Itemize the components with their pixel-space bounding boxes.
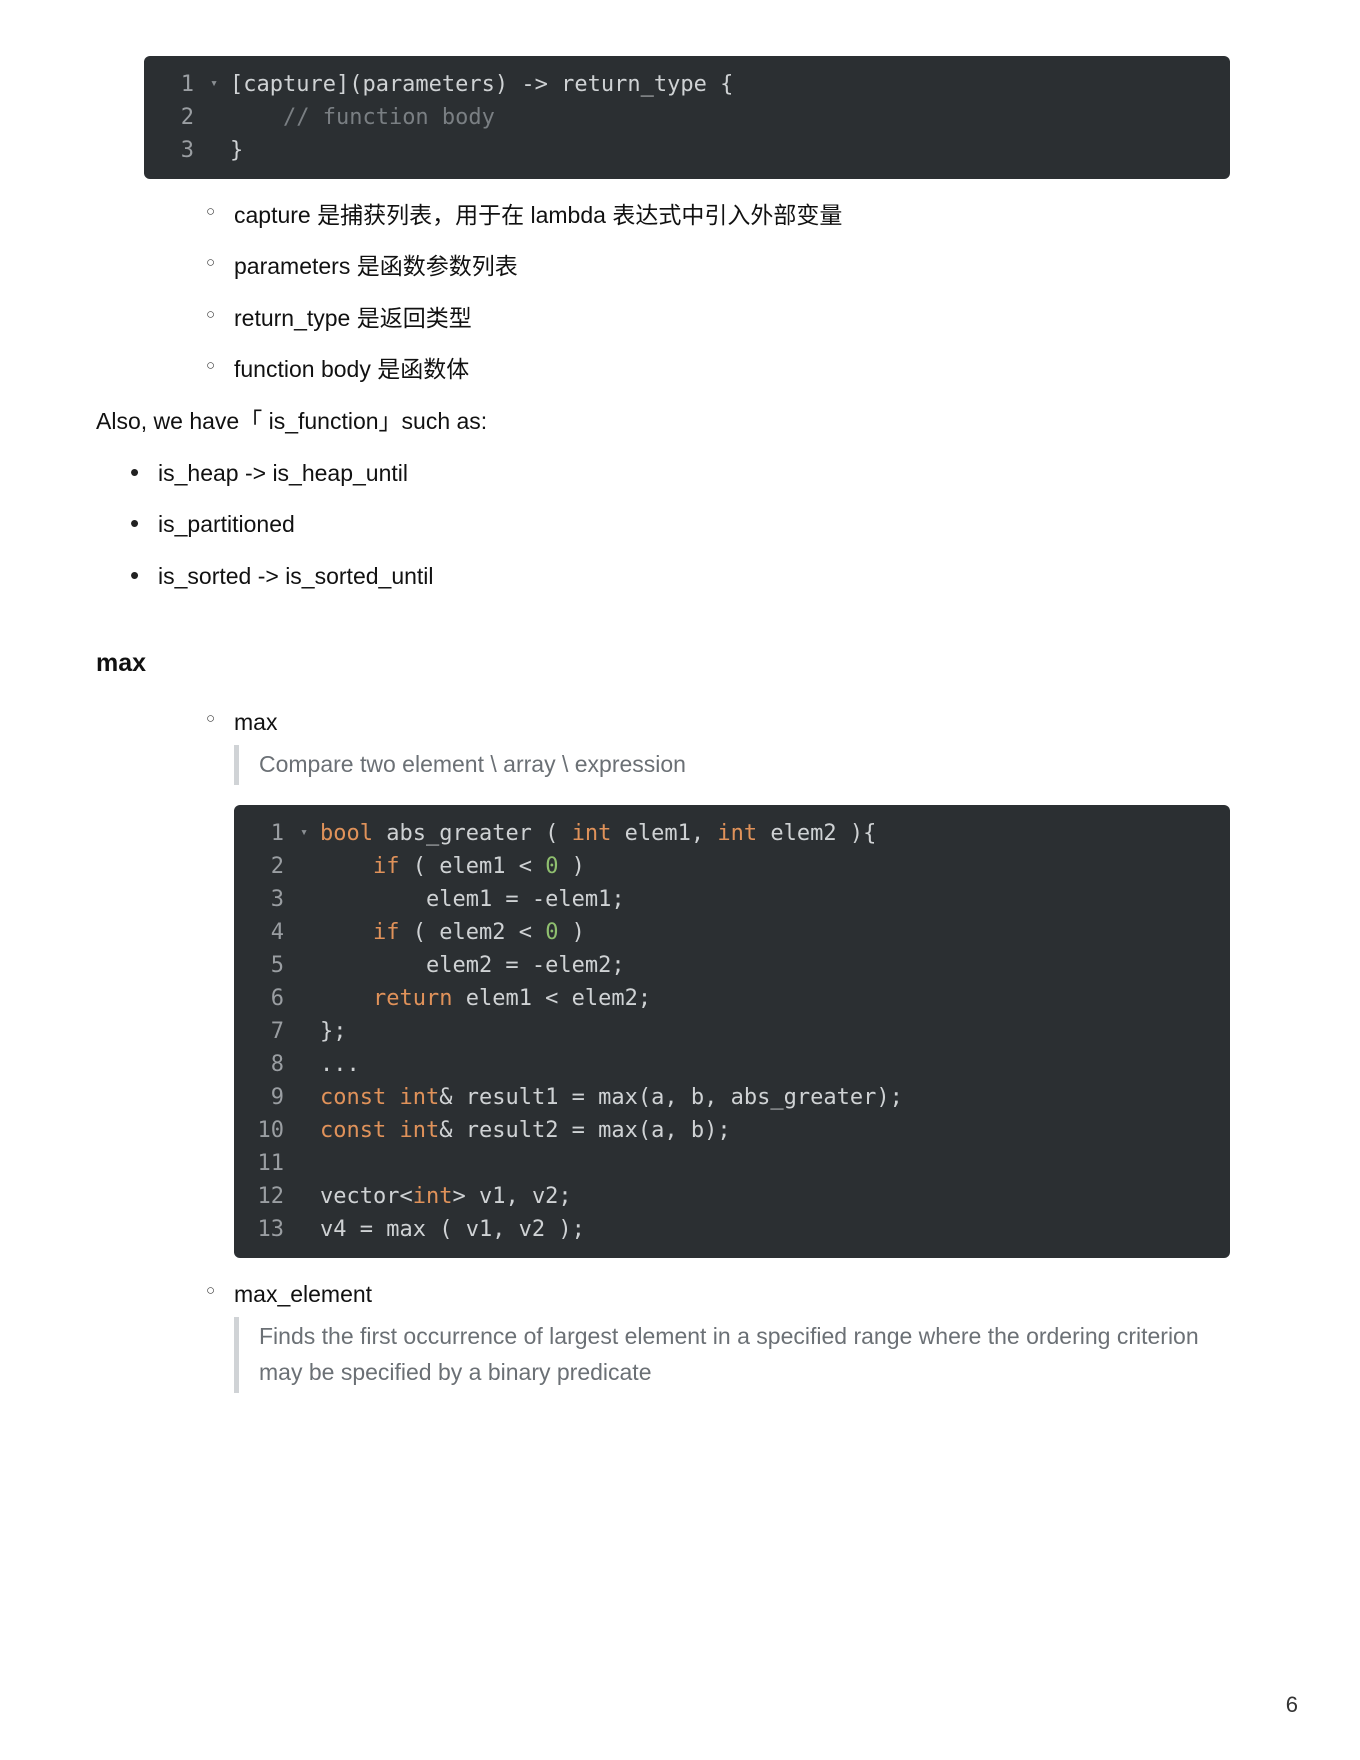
- code-line: 10 const int& result2 = max(a, b);: [234, 1114, 1230, 1147]
- code-content: elem2 = -elem2;: [314, 949, 1230, 982]
- code-line: 1▾bool abs_greater ( int elem1, int elem…: [234, 817, 1230, 850]
- fold-marker-icon: [294, 1180, 314, 1186]
- line-number: 3: [144, 134, 204, 167]
- max-description-quote: Compare two element \ array \ expression: [234, 745, 1230, 785]
- fold-marker-icon: [294, 1081, 314, 1087]
- list-item-max-element: max_element Finds the first occurrence o…: [234, 1278, 1230, 1393]
- document-page: 1▾[capture](parameters) -> return_type {…: [0, 0, 1360, 1760]
- code-content: bool abs_greater ( int elem1, int elem2 …: [314, 817, 1230, 850]
- code-content: v4 = max ( v1, v2 );: [314, 1213, 1230, 1246]
- code-content: }: [224, 134, 1230, 167]
- line-number: 8: [234, 1048, 294, 1081]
- fold-marker-icon: [294, 1048, 314, 1054]
- page-number: 6: [1286, 1692, 1298, 1718]
- code-content: elem1 = -elem1;: [314, 883, 1230, 916]
- code-line: 1▾[capture](parameters) -> return_type {: [144, 68, 1230, 101]
- code-content: };: [314, 1015, 1230, 1048]
- quote-text: Finds the first occurrence of largest el…: [259, 1323, 1199, 1385]
- list-item: return_type 是返回类型: [234, 302, 1230, 335]
- fold-marker-icon: [294, 883, 314, 889]
- list-item: is_partitioned: [158, 508, 1230, 541]
- fold-marker-icon: [294, 1147, 314, 1153]
- line-number: 1: [144, 68, 204, 101]
- code-line: 8...: [234, 1048, 1230, 1081]
- fold-marker-icon: [204, 134, 224, 140]
- max-items-list: max Compare two element \ array \ expres…: [234, 706, 1230, 1393]
- line-number: 7: [234, 1015, 294, 1048]
- fold-marker-icon: [294, 1114, 314, 1120]
- line-number: 6: [234, 982, 294, 1015]
- item-label: max_element: [234, 1281, 372, 1307]
- line-number: 12: [234, 1180, 294, 1213]
- code-content: // function body: [224, 101, 1230, 134]
- list-item: capture 是捕获列表，用于在 lambda 表达式中引入外部变量: [234, 199, 1230, 232]
- line-number: 5: [234, 949, 294, 982]
- line-number: 9: [234, 1081, 294, 1114]
- list-item: is_sorted -> is_sorted_until: [158, 560, 1230, 593]
- line-number: 10: [234, 1114, 294, 1147]
- code-line: 9 const int& result1 = max(a, b, abs_grea…: [234, 1081, 1230, 1114]
- is-function-list: is_heap -> is_heap_until is_partitioned …: [158, 457, 1230, 593]
- code-content: const int& result2 = max(a, b);: [314, 1114, 1230, 1147]
- code-line: 4 if ( elem2 < 0 ): [234, 916, 1230, 949]
- list-item-max: max Compare two element \ array \ expres…: [234, 706, 1230, 1258]
- fold-marker-icon: ▾: [204, 68, 224, 94]
- fold-marker-icon: [204, 101, 224, 107]
- line-number: 13: [234, 1213, 294, 1246]
- fold-marker-icon: [294, 982, 314, 988]
- max-element-description-quote: Finds the first occurrence of largest el…: [234, 1317, 1230, 1392]
- code-line: 12 vector<int> v1, v2;: [234, 1180, 1230, 1213]
- fold-marker-icon: ▾: [294, 817, 314, 843]
- code-line: 13 v4 = max ( v1, v2 );: [234, 1213, 1230, 1246]
- code-content: vector<int> v1, v2;: [314, 1180, 1230, 1213]
- code-line: 3}: [144, 134, 1230, 167]
- code-line: 2 if ( elem1 < 0 ): [234, 850, 1230, 883]
- code-line: 6 return elem1 < elem2;: [234, 982, 1230, 1015]
- code-content: if ( elem2 < 0 ): [314, 916, 1230, 949]
- code-content: const int& result1 = max(a, b, abs_great…: [314, 1081, 1230, 1114]
- line-number: 4: [234, 916, 294, 949]
- code-block-abs-greater: 1▾bool abs_greater ( int elem1, int elem…: [234, 805, 1230, 1258]
- item-label: max: [234, 709, 277, 735]
- lambda-notes-list: capture 是捕获列表，用于在 lambda 表达式中引入外部变量 para…: [234, 199, 1230, 386]
- line-number: 3: [234, 883, 294, 916]
- list-item: parameters 是函数参数列表: [234, 250, 1230, 283]
- code-line: 3 elem1 = -elem1;: [234, 883, 1230, 916]
- code-line: 5 elem2 = -elem2;: [234, 949, 1230, 982]
- fold-marker-icon: [294, 850, 314, 856]
- code-content: ...: [314, 1048, 1230, 1081]
- fold-marker-icon: [294, 916, 314, 922]
- code-line: 11: [234, 1147, 1230, 1180]
- list-item: function body 是函数体: [234, 353, 1230, 386]
- list-item: is_heap -> is_heap_until: [158, 457, 1230, 490]
- code-block-lambda-syntax: 1▾[capture](parameters) -> return_type {…: [144, 56, 1230, 179]
- is-function-intro: Also, we have「 is_function」such as:: [96, 404, 1230, 439]
- code-line: 7};: [234, 1015, 1230, 1048]
- fold-marker-icon: [294, 1213, 314, 1219]
- section-heading-max: max: [96, 649, 1230, 678]
- line-number: 2: [234, 850, 294, 883]
- quote-text: Compare two element \ array \ expression: [259, 751, 686, 777]
- code-line: 2 // function body: [144, 101, 1230, 134]
- fold-marker-icon: [294, 1015, 314, 1021]
- fold-marker-icon: [294, 949, 314, 955]
- code-content: if ( elem1 < 0 ): [314, 850, 1230, 883]
- line-number: 1: [234, 817, 294, 850]
- code-content: [capture](parameters) -> return_type {: [224, 68, 1230, 101]
- line-number: 2: [144, 101, 204, 134]
- line-number: 11: [234, 1147, 294, 1180]
- code-content: return elem1 < elem2;: [314, 982, 1230, 1015]
